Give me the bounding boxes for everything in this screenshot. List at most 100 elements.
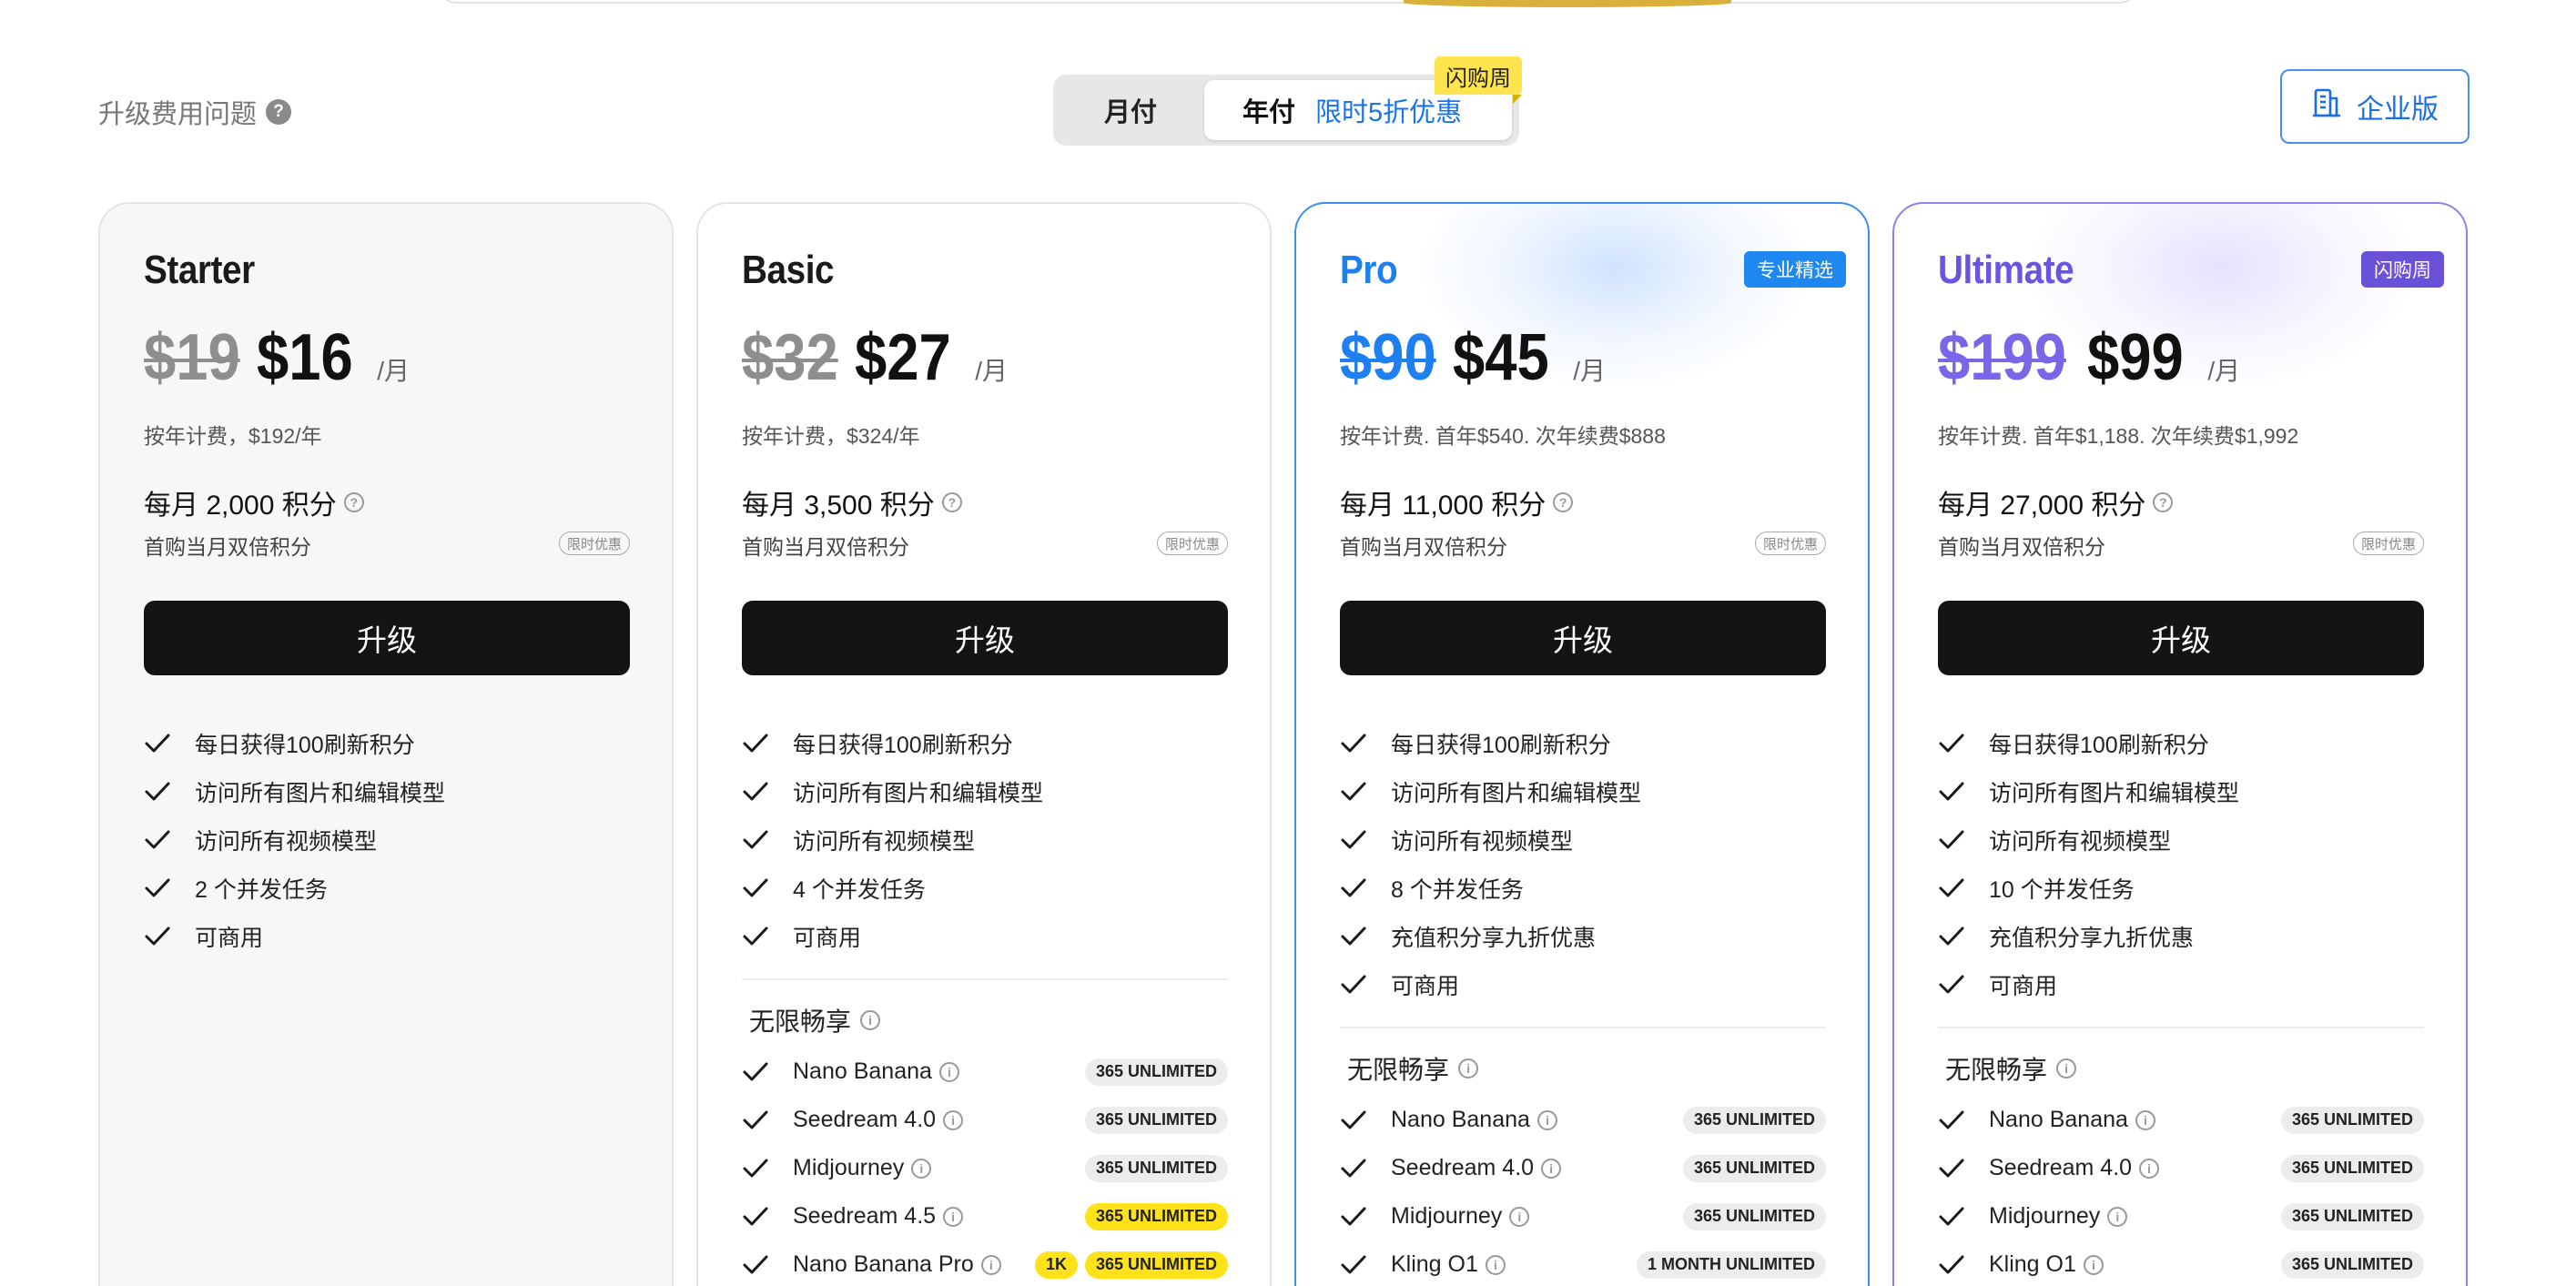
info-icon[interactable]: i [2135, 1109, 2155, 1130]
model-name-wrap: Seedream 4.0 i [1391, 1155, 1683, 1181]
model-name: Seedream 4.0 [1391, 1155, 1535, 1180]
plan-badge: 专业精选 [1744, 251, 1846, 288]
model-name: Nano Banana [1391, 1107, 1530, 1132]
model-row: Nano Banana i 365 UNLIMITED [1938, 1096, 2424, 1144]
upgrade-faq-link[interactable]: 升级费用问题 ? [98, 93, 292, 131]
check-icon [742, 1206, 793, 1228]
feature-label: 10 个并发任务 [1989, 876, 2135, 903]
unlimited-title-label: 无限畅享 [1945, 1056, 2048, 1084]
check-icon [144, 877, 195, 899]
feature-item: 访问所有视频模型 [144, 815, 630, 864]
banner-decoration [1404, 0, 1731, 7]
feature-label: 访问所有图片和编辑模型 [793, 780, 1044, 806]
info-icon[interactable]: i [911, 1158, 932, 1179]
check-icon [1938, 829, 1989, 851]
enterprise-label: 企业版 [2357, 95, 2439, 125]
help-icon[interactable]: ? [343, 492, 364, 512]
divider [742, 978, 1228, 980]
check-icon [1340, 1206, 1391, 1228]
feature-item: 可商用 [144, 912, 630, 960]
info-icon[interactable]: i [1458, 1058, 1479, 1078]
check-icon [1340, 733, 1391, 754]
enterprise-button[interactable]: 企业版 [2280, 69, 2470, 144]
help-icon[interactable]: ? [1553, 492, 1574, 512]
feature-label: 访问所有视频模型 [195, 828, 378, 855]
building-icon [2311, 87, 2342, 126]
model-name: Nano Banana [1989, 1107, 2128, 1132]
unlimited-title-label: 无限畅享 [1347, 1056, 1450, 1084]
info-icon[interactable]: i [943, 1109, 964, 1130]
feature-list: 每日获得100刷新积分 访问所有图片和编辑模型 访问所有视频模型 4 个并发任务… [742, 719, 1228, 1286]
plan-card-basic: Basic $32 $27 /月 按年计费，$324/年 每月 3,500 积分… [696, 202, 1272, 1286]
info-icon[interactable]: i [860, 1010, 881, 1030]
check-icon [742, 1158, 793, 1180]
feature-item: 可商用 [742, 912, 1228, 960]
check-icon [1340, 1109, 1391, 1131]
feature-item: 访问所有视频模型 [1938, 815, 2424, 864]
model-name-wrap: Kling O1 i [1391, 1251, 1637, 1278]
info-icon[interactable]: i [1536, 1109, 1557, 1130]
check-icon [1938, 926, 1989, 947]
info-icon[interactable]: i [938, 1061, 959, 1082]
unlimited-tag: 365 UNLIMITED [1084, 1202, 1228, 1230]
toggle-monthly[interactable]: 月付 [1053, 75, 1208, 146]
flash-sale-tag: 闪购周 [1435, 56, 1522, 104]
model-tags: 365 UNLIMITED [2280, 1106, 2424, 1134]
model-name-wrap: Seedream 4.0 i [793, 1107, 1085, 1133]
check-icon [1340, 829, 1391, 851]
feature-label: 访问所有视频模型 [1391, 828, 1574, 855]
model-name-wrap: Nano Banana i [1391, 1107, 1683, 1133]
unlimited-title-label: 无限畅享 [749, 1008, 852, 1036]
per-month-label: /月 [975, 357, 1009, 385]
info-icon[interactable]: i [1541, 1158, 1562, 1179]
upgrade-button[interactable]: 升级 [742, 601, 1228, 675]
credits-label: 每月 3,500 积分 [742, 491, 935, 521]
unlimited-section-title: 无限畅享 i [742, 993, 1228, 1048]
double-credits-label: 首购当月双倍积分 [1938, 535, 2105, 559]
credits-label: 每月 11,000 积分 [1340, 491, 1547, 521]
model-name-wrap: Midjourney i [1391, 1203, 1683, 1230]
feature-item: 2 个并发任务 [144, 864, 630, 912]
check-icon [1938, 733, 1989, 754]
upgrade-button[interactable]: 升级 [144, 601, 630, 675]
unlimited-tag: 365 UNLIMITED [1084, 1058, 1228, 1086]
check-icon [1340, 877, 1391, 899]
info-icon[interactable]: i [2139, 1158, 2160, 1179]
feature-label: 可商用 [195, 925, 264, 951]
feature-item: 访问所有视频模型 [742, 815, 1228, 864]
model-name-wrap: Midjourney i [793, 1155, 1085, 1181]
faq-label: 升级费用问题 [98, 100, 258, 129]
model-name: Kling O1 [1391, 1251, 1478, 1277]
monthly-credits: 每月 2,000 积分 ? [144, 482, 364, 522]
double-credits-row: 首购当月双倍积分 限时优惠 [742, 530, 1228, 561]
billing-note: 按年计费. 首年$1,188. 次年续费$1,992 [1938, 424, 2299, 448]
double-credits-label: 首购当月双倍积分 [1340, 535, 1507, 559]
model-row: Midjourney i 365 UNLIMITED [742, 1144, 1228, 1192]
feature-label: 充值积分享九折优惠 [1989, 925, 2195, 951]
model-row: Seedream 4.0 i 365 UNLIMITED [1938, 1144, 2424, 1192]
feature-item: 每日获得100刷新积分 [1340, 719, 1826, 767]
plan-card-ultimate: Ultimate 闪购周 $199 $99 /月 按年计费. 首年$1,188. … [1892, 202, 2468, 1286]
plan-name: Ultimate [1938, 248, 2074, 292]
double-credits-row: 首购当月双倍积分 限时优惠 [1340, 530, 1826, 561]
info-icon[interactable]: i [2107, 1206, 2128, 1227]
help-icon[interactable]: ? [2153, 492, 2174, 512]
help-icon[interactable]: ? [941, 492, 962, 512]
model-name-wrap: Nano Banana Pro i [793, 1251, 1035, 1278]
info-icon[interactable]: i [980, 1254, 1001, 1275]
upgrade-button[interactable]: 升级 [1340, 601, 1826, 675]
double-credits-row: 首购当月双倍积分 限时优惠 [144, 530, 630, 561]
info-icon[interactable]: i [2083, 1254, 2104, 1275]
check-icon [144, 781, 195, 803]
feature-label: 访问所有图片和编辑模型 [1391, 780, 1642, 806]
info-icon[interactable]: i [943, 1206, 964, 1227]
info-icon[interactable]: i [1485, 1254, 1506, 1275]
feature-label: 可商用 [1989, 973, 2058, 999]
unlimited-tag: 365 UNLIMITED [1084, 1154, 1228, 1182]
check-icon [1938, 1206, 1989, 1228]
unlimited-tag: 365 UNLIMITED [1682, 1202, 1826, 1230]
model-name-wrap: Seedream 4.5 i [793, 1203, 1085, 1230]
info-icon[interactable]: i [1509, 1206, 1530, 1227]
upgrade-button[interactable]: 升级 [1938, 601, 2424, 675]
info-icon[interactable]: i [2056, 1058, 2077, 1078]
